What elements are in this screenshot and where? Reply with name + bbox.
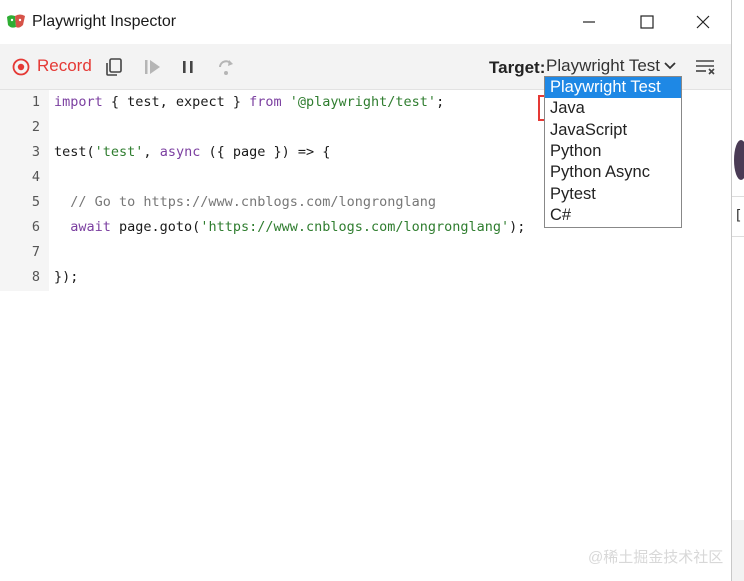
background-bracket: [ bbox=[734, 208, 743, 224]
line-number: 8 bbox=[31, 269, 40, 285]
dropdown-option[interactable]: Pytest bbox=[545, 184, 681, 205]
playwright-inspector-window: Playwright Inspector Record Target: Play… bbox=[0, 0, 732, 581]
line-number: 3 bbox=[31, 144, 40, 160]
line-number: 4 bbox=[31, 169, 40, 185]
code-text: await page.goto('https://www.cnblogs.com… bbox=[70, 219, 526, 235]
playwright-logo-icon bbox=[7, 14, 25, 28]
record-button[interactable]: Record bbox=[37, 56, 92, 76]
dropdown-option[interactable]: Java bbox=[545, 98, 681, 119]
dropdown-option[interactable]: Playwright Test bbox=[545, 77, 681, 98]
maximize-button[interactable] bbox=[632, 8, 662, 36]
pause-icon bbox=[183, 61, 193, 73]
code-line: 7 bbox=[0, 240, 731, 265]
line-number: 5 bbox=[31, 194, 40, 210]
dropdown-option[interactable]: Python Async bbox=[545, 162, 681, 183]
line-number: 2 bbox=[31, 119, 40, 135]
minimize-icon bbox=[583, 21, 595, 23]
dropdown-option[interactable]: Python bbox=[545, 141, 681, 162]
copy-button[interactable] bbox=[102, 55, 126, 79]
background-divider bbox=[732, 196, 744, 197]
chevron-down-icon bbox=[664, 62, 676, 70]
step-over-button[interactable] bbox=[214, 55, 238, 79]
code-text: import { test, expect } from '@playwrigh… bbox=[54, 94, 445, 110]
code-line: 8}); bbox=[0, 265, 731, 290]
resume-icon bbox=[145, 60, 160, 74]
dropdown-option[interactable]: C# bbox=[545, 205, 681, 226]
background-panel bbox=[732, 520, 744, 581]
line-number: 6 bbox=[31, 219, 40, 235]
pause-button[interactable] bbox=[176, 55, 200, 79]
background-window-edge: [ bbox=[732, 0, 744, 581]
title-bar[interactable]: Playwright Inspector bbox=[0, 0, 731, 44]
minimize-button[interactable] bbox=[574, 8, 604, 36]
line-number: 1 bbox=[31, 94, 40, 110]
window-title: Playwright Inspector bbox=[32, 13, 177, 30]
clear-icon[interactable] bbox=[694, 56, 718, 78]
target-select-value: Playwright Test bbox=[546, 56, 661, 75]
code-text: // Go to https://www.cnblogs.com/longron… bbox=[54, 194, 437, 210]
copy-icon bbox=[106, 58, 122, 76]
close-button[interactable] bbox=[688, 8, 718, 36]
maximize-icon bbox=[640, 15, 654, 29]
target-dropdown-list[interactable]: Playwright Test Java JavaScript Python Pytho… bbox=[544, 76, 682, 228]
background-divider bbox=[732, 236, 744, 237]
target-label: Target: bbox=[489, 58, 546, 77]
step-over-icon bbox=[219, 60, 233, 75]
target-select[interactable]: Playwright Test bbox=[546, 56, 676, 76]
close-icon bbox=[696, 15, 710, 29]
resume-button[interactable] bbox=[140, 55, 164, 79]
line-number: 7 bbox=[31, 244, 40, 260]
code-text: test('test', async ({ page }) => { bbox=[54, 144, 331, 160]
code-text: }); bbox=[54, 269, 79, 285]
watermark: @稀土掘金技术社区 bbox=[588, 549, 724, 566]
record-icon[interactable] bbox=[12, 58, 30, 76]
background-avatar bbox=[734, 140, 744, 180]
dropdown-option[interactable]: JavaScript bbox=[545, 120, 681, 141]
